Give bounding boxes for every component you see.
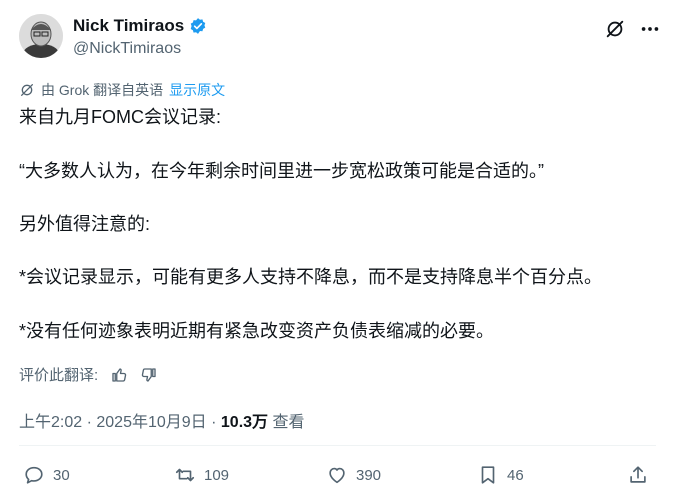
translation-notice: 由 Grok 翻译自英语 显示原文 (19, 80, 225, 100)
thumbs-down-icon[interactable] (140, 366, 158, 384)
reply-button[interactable]: 30 (23, 464, 70, 486)
heart-icon (329, 467, 345, 484)
author-name[interactable]: Nick Timiraos (73, 16, 184, 36)
post-line-3: 另外值得注意的: (19, 214, 151, 234)
author-name-row[interactable]: Nick Timiraos (73, 16, 207, 36)
like-button[interactable]: 390 (326, 464, 381, 486)
avatar[interactable] (19, 14, 63, 58)
avatar-portrait-icon (19, 14, 63, 58)
like-count: 390 (356, 466, 382, 484)
views-label: 查看 (268, 414, 305, 431)
bookmark-count: 46 (507, 466, 524, 484)
rate-translation-label: 评价此翻译: (19, 367, 99, 384)
post-line-2: “大多数人认为，在今年剩余时间里进一步宽松政策可能是合适的。” (19, 161, 544, 181)
bookmark-button[interactable]: 46 (477, 464, 524, 486)
share-icon (630, 466, 646, 483)
repost-button[interactable]: 109 (174, 464, 229, 486)
reply-icon (25, 466, 43, 484)
post-line-4: *会议记录显示，可能有更多人支持不降息，而不是支持降息半个百分点。 (19, 267, 603, 287)
post-line-1: 来自九月FOMC会议记录: (19, 107, 221, 127)
more-options-icon[interactable] (639, 18, 661, 40)
repost-count: 109 (204, 466, 230, 484)
bookmark-icon (481, 466, 495, 484)
verified-badge-icon (190, 18, 206, 34)
post-line-5: *没有任何迹象表明近期有紧急改变资产负债表缩减的必要。 (19, 321, 495, 341)
meta-separator: · (82, 414, 97, 431)
view-count: 10.3万 (220, 414, 269, 431)
post-date[interactable]: 2025年10月9日 (96, 414, 206, 431)
repost-icon (175, 468, 195, 482)
show-original-link[interactable]: 显示原文 (169, 80, 225, 100)
reply-count: 30 (53, 466, 70, 484)
rate-translation: 评价此翻译: (19, 364, 158, 385)
grok-icon[interactable] (604, 18, 626, 40)
post-time[interactable]: 上午2:02 (19, 414, 82, 431)
translation-source-text: 由 Grok 翻译自英语 (41, 82, 164, 98)
thumbs-up-icon[interactable] (110, 366, 128, 384)
meta-separator: · (206, 414, 221, 431)
share-button[interactable] (627, 464, 649, 486)
author-handle[interactable]: @NickTimiraos (73, 40, 181, 58)
post-meta: 上午2:02 · 2025年10月9日 · 10.3万 查看 (19, 408, 305, 432)
divider (19, 445, 656, 446)
grok-small-icon (21, 84, 33, 96)
